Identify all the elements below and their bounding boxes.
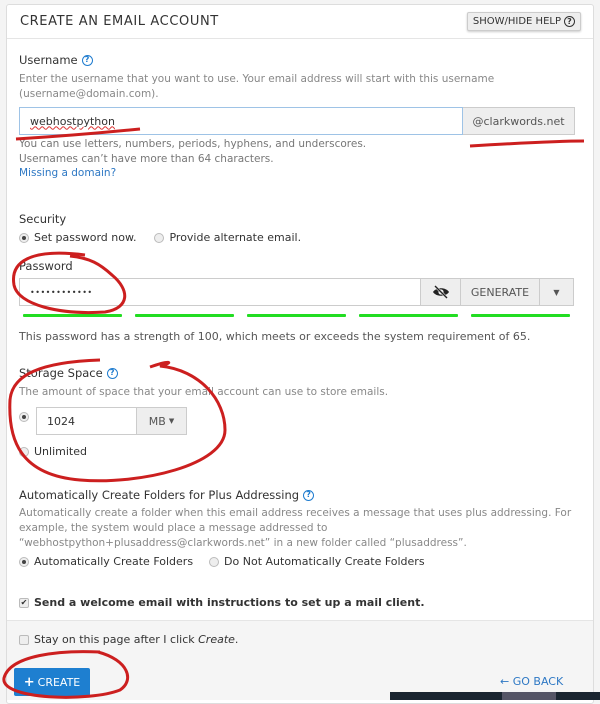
welcome-email-label: Send a welcome email with instructions t… — [34, 596, 425, 609]
security-options: Set password now. Provide alternate emai… — [19, 231, 301, 244]
username-help-icon[interactable]: ? — [81, 54, 93, 66]
no-auto-create-folders-label: Do Not Automatically Create Folders — [224, 555, 425, 568]
password-input-group: •••••••••••• GENERATE ▼ — [19, 278, 574, 306]
quota-input-group: 1024 MB ▼ — [36, 407, 187, 435]
page-title: CREATE AN EMAIL ACCOUNT — [20, 14, 219, 29]
strength-segment — [471, 314, 570, 317]
form-footer — [7, 620, 593, 700]
toggle-visibility-button[interactable] — [421, 278, 461, 306]
quota-input[interactable]: 1024 — [36, 407, 137, 435]
stay-label-prefix: Stay on this page after I click — [34, 633, 199, 646]
plus-addressing-label: Automatically Create Folders for Plus Ad… — [19, 488, 315, 502]
plus-addressing-options: Automatically Create Folders Do Not Auto… — [19, 555, 425, 568]
caret-down-icon: ▼ — [553, 287, 560, 297]
password-strength-meter — [23, 314, 570, 317]
strength-segment — [359, 314, 458, 317]
plus-addressing-description: Automatically create a folder when this … — [19, 507, 572, 549]
storage-label-text: Storage Space — [19, 366, 103, 380]
stay-on-page-option: Stay on this page after I click Create. — [19, 633, 238, 646]
unit-dropdown[interactable]: MB ▼ — [137, 407, 187, 435]
unit-value: MB — [148, 414, 166, 428]
username-label: Username ? — [19, 53, 93, 67]
plus-icon: + — [23, 674, 35, 690]
username-input[interactable]: webhostpython — [19, 107, 463, 135]
password-input[interactable]: •••••••••••• — [19, 278, 421, 306]
taskbar-fragment — [390, 692, 600, 700]
username-label-text: Username — [19, 53, 78, 67]
show-hide-help-button[interactable]: SHOW/HIDE HELP ? — [466, 12, 581, 31]
quota-radio[interactable] — [19, 412, 29, 422]
username-description: Enter the username that you want to use.… — [19, 73, 495, 100]
storage-help-icon[interactable]: ? — [106, 367, 118, 379]
username-hint-chars: You can use letters, numbers, periods, h… — [19, 138, 367, 150]
plus-addressing-help-icon[interactable]: ? — [303, 489, 315, 501]
username-hint-length: Usernames can’t have more than 64 charac… — [19, 153, 274, 165]
strength-segment — [23, 314, 122, 317]
stay-on-page-checkbox[interactable] — [19, 634, 29, 645]
welcome-email-checkbox[interactable]: ✔ — [19, 597, 29, 608]
generate-options-dropdown[interactable]: ▼ — [540, 278, 574, 306]
no-auto-create-folders-radio[interactable] — [209, 556, 220, 567]
auto-create-folders-label: Automatically Create Folders — [34, 555, 194, 568]
domain-addon[interactable]: @clarkwords.net — [463, 107, 575, 135]
alternate-email-radio[interactable] — [154, 232, 165, 243]
stay-on-page-label: Stay on this page after I click Create. — [34, 633, 238, 646]
strength-segment — [135, 314, 234, 317]
help-button-label: SHOW/HIDE HELP — [472, 16, 561, 27]
password-label: Password — [19, 259, 73, 273]
password-value: •••••••••••• — [30, 287, 93, 297]
panel-header: CREATE AN EMAIL ACCOUNT SHOW/HIDE HELP ? — [7, 5, 593, 39]
create-button-label: CREATE — [37, 675, 81, 689]
set-password-radio[interactable] — [19, 232, 29, 243]
unlimited-radio[interactable] — [19, 446, 29, 457]
generate-password-button[interactable]: GENERATE — [461, 278, 540, 306]
set-password-label: Set password now. — [34, 231, 137, 244]
username-input-group: webhostpython @clarkwords.net — [19, 107, 575, 135]
eye-slash-icon — [432, 285, 449, 299]
create-button[interactable]: + CREATE — [14, 668, 90, 696]
go-back-link[interactable]: ← GO BACK — [500, 675, 563, 688]
strength-segment — [247, 314, 346, 317]
caret-down-icon: ▼ — [168, 417, 175, 425]
go-back-label: GO BACK — [512, 675, 564, 688]
username-value: webhostpython — [30, 114, 115, 128]
password-strength-message: This password has a strength of 100, whi… — [19, 330, 531, 343]
taskbar-segment — [502, 692, 556, 700]
arrow-left-icon: ← — [500, 675, 510, 688]
welcome-email-option: ✔ Send a welcome email with instructions… — [19, 596, 425, 609]
security-label: Security — [19, 212, 67, 226]
auto-create-folders-radio[interactable] — [19, 556, 29, 567]
missing-domain-link[interactable]: Missing a domain? — [19, 167, 116, 179]
stay-label-suffix: . — [234, 633, 239, 646]
unlimited-option: Unlimited — [19, 445, 87, 458]
stay-label-em: Create — [198, 633, 235, 646]
storage-label: Storage Space ? — [19, 366, 118, 380]
alternate-email-label: Provide alternate email. — [169, 231, 302, 244]
unlimited-label: Unlimited — [34, 445, 87, 458]
plus-addressing-label-text: Automatically Create Folders for Plus Ad… — [19, 488, 300, 502]
storage-description: The amount of space that your email acco… — [19, 386, 389, 398]
question-icon: ? — [564, 16, 575, 27]
